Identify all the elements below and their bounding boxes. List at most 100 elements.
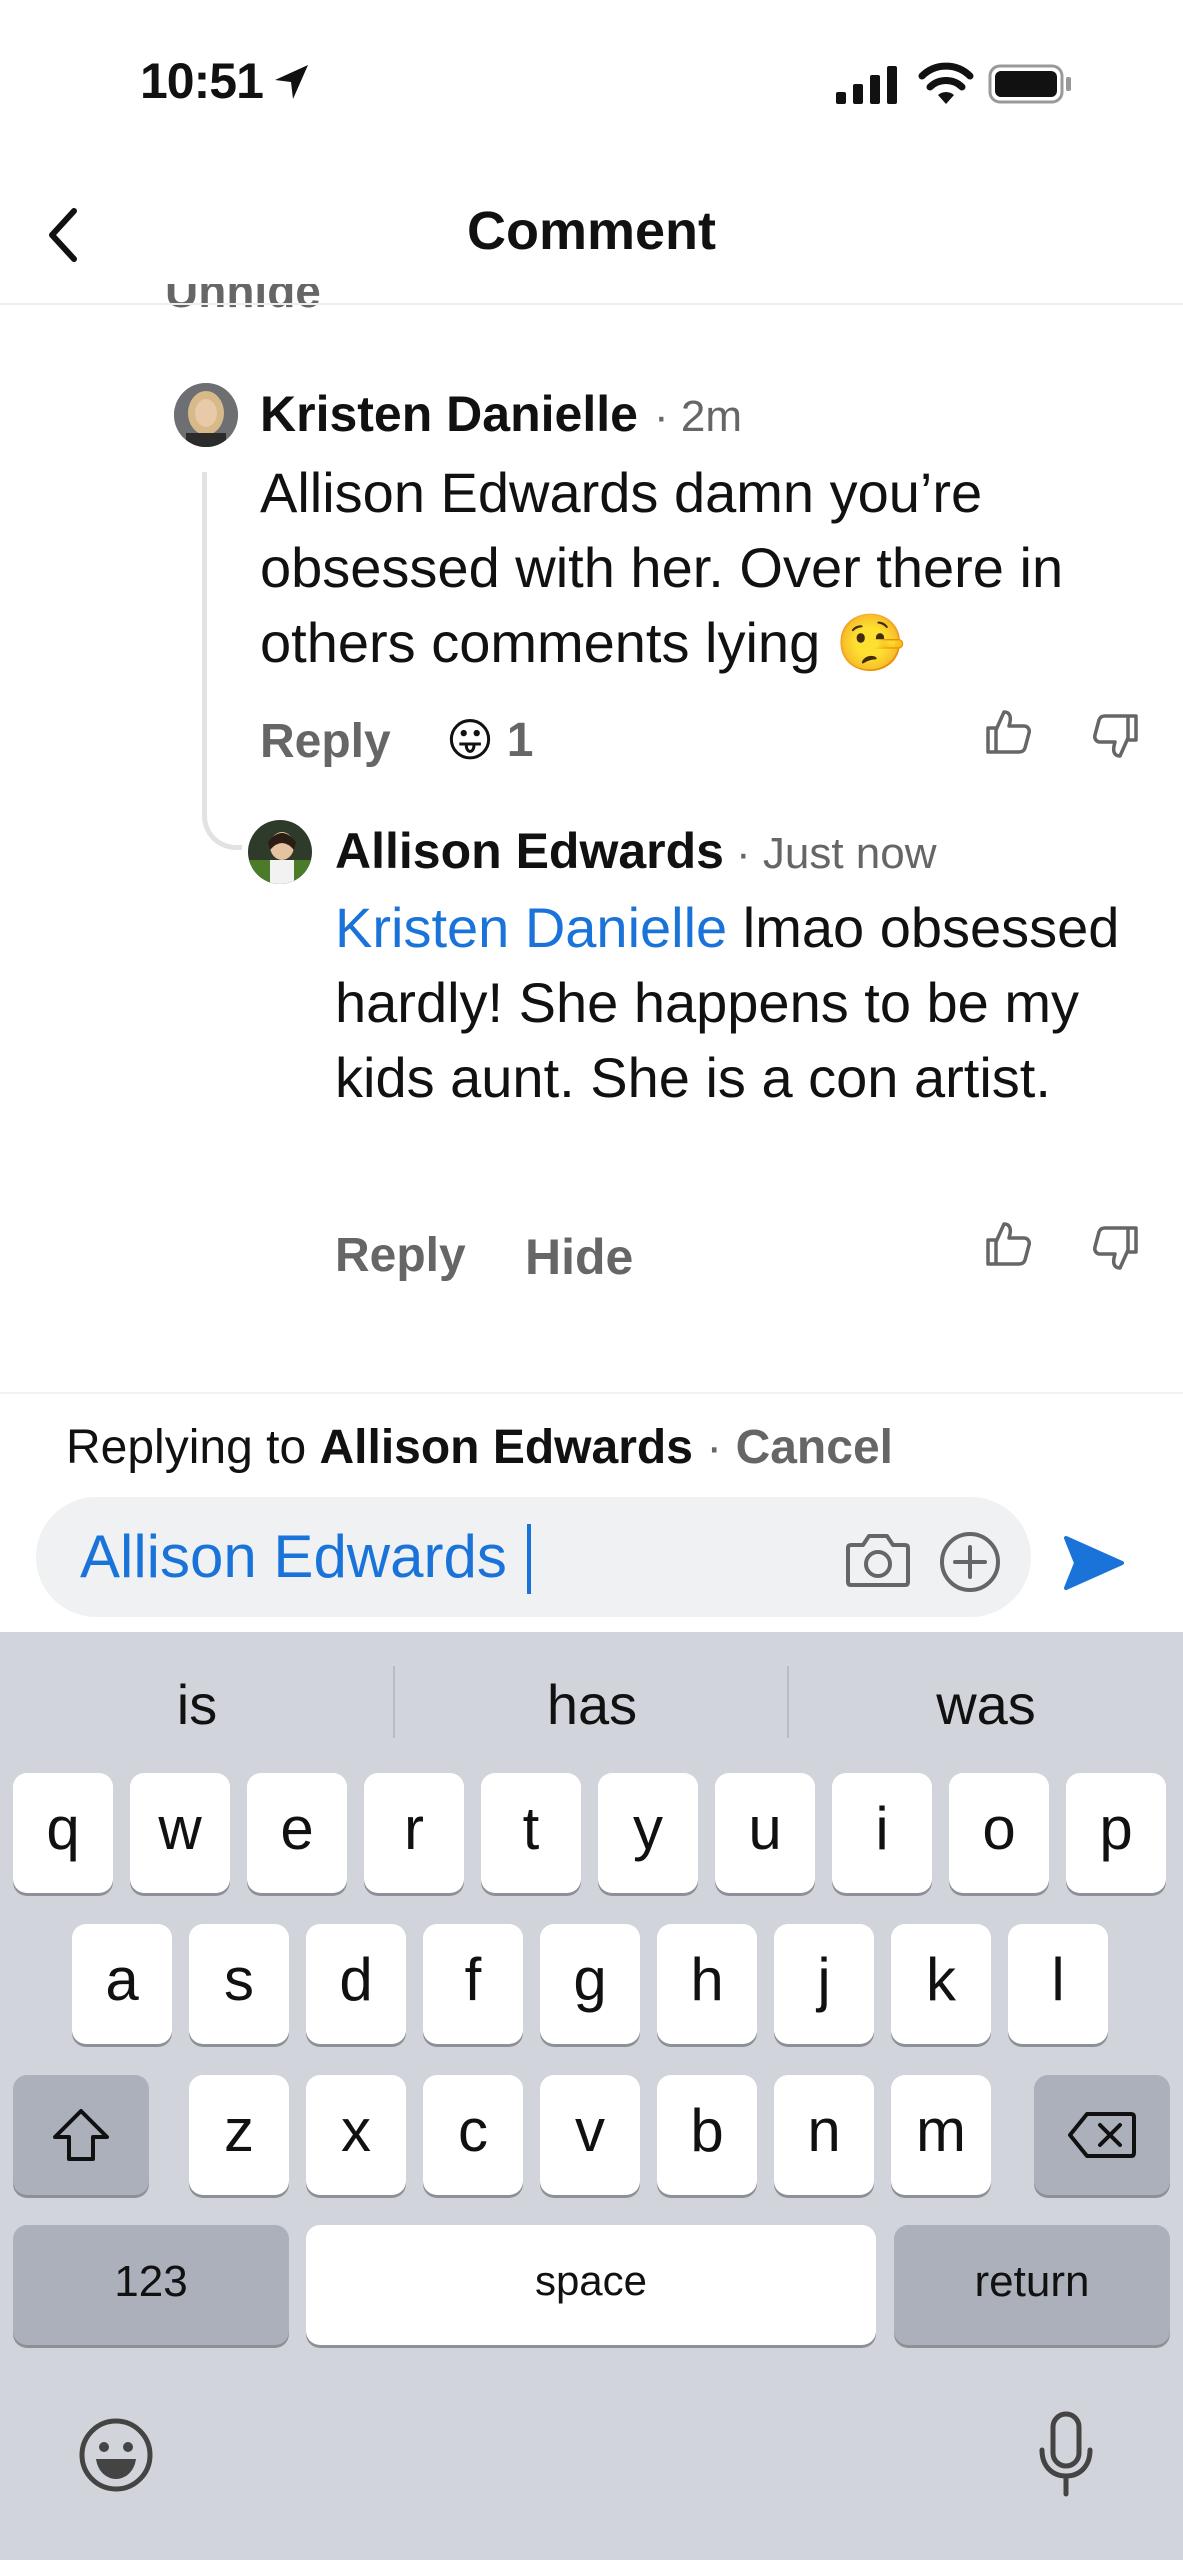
- thumbs-down-icon[interactable]: [1092, 712, 1140, 765]
- avatar-allison-edwards[interactable]: [248, 820, 312, 884]
- key-label: o: [982, 1795, 1016, 1862]
- key-label: a: [105, 1946, 139, 2013]
- key-label: m: [916, 2097, 966, 2164]
- comment-body: Allison Edwards damn you’re obsessed wit…: [260, 461, 1064, 674]
- delete-key[interactable]: [1034, 2075, 1170, 2195]
- key-label: b: [690, 2097, 724, 2164]
- key-a[interactable]: a: [72, 1924, 172, 2044]
- key-label: r: [404, 1795, 424, 1862]
- send-icon[interactable]: [1062, 1534, 1126, 1597]
- hide-button[interactable]: Hide: [525, 1228, 633, 1286]
- key-j[interactable]: j: [774, 1924, 874, 2044]
- comment-timestamp: · 2m: [654, 392, 742, 441]
- thread-connector: [202, 472, 242, 850]
- key-z[interactable]: z: [189, 2075, 289, 2195]
- key-label: s: [224, 1946, 254, 2013]
- shift-key[interactable]: [13, 2075, 149, 2195]
- key-label: l: [1051, 1946, 1065, 2013]
- key-c[interactable]: c: [423, 2075, 523, 2195]
- suggestion-3[interactable]: was: [789, 1672, 1183, 1737]
- key-label: return: [974, 2257, 1090, 2306]
- reaction-button[interactable]: 😛 1: [446, 713, 533, 768]
- delete-icon: [1068, 2112, 1136, 2158]
- key-u[interactable]: u: [715, 1773, 815, 1893]
- replying-name: Allison Edwards: [319, 1421, 693, 1474]
- key-r[interactable]: r: [364, 1773, 464, 1893]
- page-title: Comment: [466, 201, 716, 261]
- reply-button[interactable]: Reply: [260, 714, 391, 769]
- replying-prefix: Replying to: [66, 1421, 307, 1474]
- key-label: q: [46, 1795, 80, 1862]
- battery-icon: [988, 64, 1074, 109]
- key-l[interactable]: l: [1008, 1924, 1108, 2044]
- cancel-reply-button[interactable]: Cancel: [736, 1421, 893, 1474]
- reaction-count: 1: [506, 714, 534, 767]
- key-label: u: [748, 1795, 782, 1862]
- avatar-kristen-danielle[interactable]: [174, 383, 238, 447]
- microphone-icon[interactable]: [1036, 2410, 1096, 2505]
- return-key[interactable]: return: [894, 2225, 1170, 2345]
- key-t[interactable]: t: [481, 1773, 581, 1893]
- comment-timestamp: · Just now: [736, 829, 937, 878]
- key-v[interactable]: v: [540, 2075, 640, 2195]
- key-label: c: [458, 2097, 488, 2164]
- emoji-icon[interactable]: [76, 2415, 156, 2500]
- key-label: t: [522, 1795, 540, 1862]
- key-label: w: [158, 1795, 202, 1862]
- key-label: e: [280, 1795, 314, 1862]
- shift-icon: [53, 2109, 109, 2161]
- camera-icon[interactable]: [845, 1531, 911, 1594]
- comment-author[interactable]: Allison Edwards: [335, 822, 724, 880]
- key-label: h: [690, 1946, 724, 2013]
- replying-to-label: Replying to Allison Edwards · Cancel: [66, 1420, 893, 1475]
- key-k[interactable]: k: [891, 1924, 991, 2044]
- key-w[interactable]: w: [130, 1773, 230, 1893]
- key-label: j: [817, 1946, 831, 2013]
- key-m[interactable]: m: [891, 2075, 991, 2195]
- text-caret: [527, 1524, 531, 1594]
- key-label: d: [339, 1946, 373, 2013]
- key-label: p: [1099, 1795, 1133, 1862]
- unhide-label: Unhide: [165, 284, 321, 317]
- key-b[interactable]: b: [657, 2075, 757, 2195]
- comment-body: Kristen Danielle lmao obsessed hardly! S…: [335, 890, 1160, 1115]
- key-n[interactable]: n: [774, 2075, 874, 2195]
- key-label: n: [807, 2097, 841, 2164]
- comment-author[interactable]: Kristen Danielle: [260, 385, 638, 443]
- wifi-icon: [918, 60, 974, 109]
- suggestion-2[interactable]: has: [395, 1672, 789, 1737]
- key-label: 123: [114, 2257, 188, 2306]
- header-divider: [0, 303, 1183, 305]
- thumbs-up-icon[interactable]: [984, 708, 1032, 761]
- key-label: space: [534, 2257, 648, 2304]
- key-h[interactable]: h: [657, 1924, 757, 2044]
- thumbs-down-icon[interactable]: [1092, 1224, 1140, 1277]
- key-e[interactable]: e: [247, 1773, 347, 1893]
- add-circle-icon[interactable]: [938, 1530, 1002, 1599]
- key-label: v: [575, 2097, 605, 2164]
- mention-link[interactable]: Kristen Danielle: [335, 896, 727, 959]
- key-label: g: [573, 1946, 607, 2013]
- key-f[interactable]: f: [423, 1924, 523, 2044]
- comment-input-value[interactable]: Allison Edwards: [80, 1522, 507, 1591]
- replying-separator: ·: [706, 1421, 723, 1474]
- suggestion-1[interactable]: is: [0, 1672, 394, 1737]
- key-label: z: [224, 2097, 254, 2164]
- numbers-key[interactable]: 123: [13, 2225, 289, 2345]
- location-arrow-icon: [272, 62, 312, 107]
- reaction-emoji: 😛: [446, 714, 494, 766]
- key-y[interactable]: y: [598, 1773, 698, 1893]
- key-g[interactable]: g: [540, 1924, 640, 2044]
- space-key[interactable]: space: [306, 2225, 876, 2345]
- key-i[interactable]: i: [832, 1773, 932, 1893]
- key-s[interactable]: s: [189, 1924, 289, 2044]
- signal-icon: [836, 66, 898, 109]
- key-x[interactable]: x: [306, 2075, 406, 2195]
- key-p[interactable]: p: [1066, 1773, 1166, 1893]
- key-q[interactable]: q: [13, 1773, 113, 1893]
- key-d[interactable]: d: [306, 1924, 406, 2044]
- key-label: x: [341, 2097, 371, 2164]
- thumbs-up-icon[interactable]: [984, 1220, 1032, 1273]
- key-o[interactable]: o: [949, 1773, 1049, 1893]
- reply-button[interactable]: Reply: [335, 1228, 466, 1283]
